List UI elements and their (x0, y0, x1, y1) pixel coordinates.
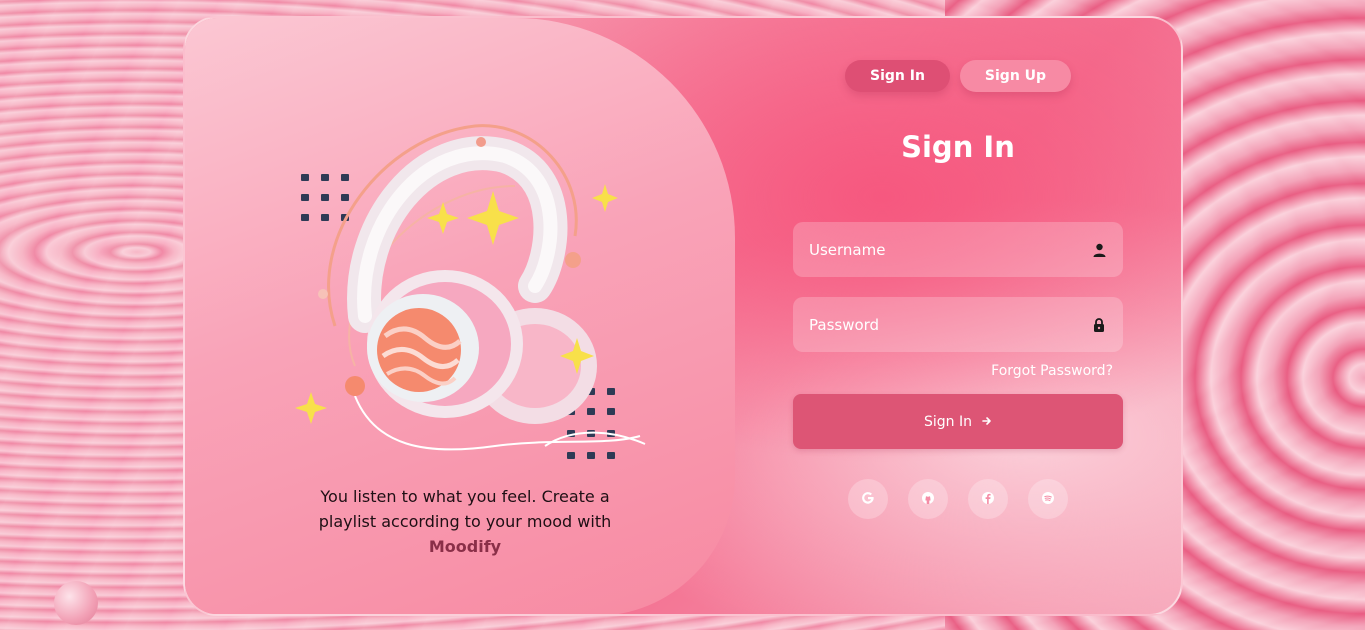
tab-sign-up[interactable]: Sign Up (960, 60, 1071, 92)
google-login-button[interactable] (848, 479, 888, 519)
google-icon (861, 490, 875, 509)
github-login-button[interactable] (908, 479, 948, 519)
headphones-illustration (295, 124, 646, 459)
forgot-password-link[interactable]: Forgot Password? (973, 363, 1113, 379)
sign-in-button[interactable]: Sign In (793, 394, 1123, 449)
password-input[interactable] (809, 315, 1091, 334)
sign-in-button-label: Sign In (924, 413, 972, 430)
username-input[interactable] (809, 240, 1091, 259)
tab-sign-in[interactable]: Sign In (845, 60, 950, 92)
facebook-icon (981, 490, 995, 509)
tagline-text: You listen to what you feel. Create a pl… (318, 487, 612, 531)
dot-grid-top (301, 174, 349, 221)
lock-icon (1091, 317, 1107, 333)
user-icon (1091, 242, 1107, 258)
facebook-login-button[interactable] (968, 479, 1008, 519)
brand-name: Moodify (428, 537, 502, 556)
hero-tagline: You listen to what you feel. Create a pl… (305, 484, 625, 559)
decorative-sphere (54, 581, 98, 625)
arrow-right-icon (982, 414, 992, 430)
spotify-icon (1041, 490, 1055, 509)
auth-card: You listen to what you feel. Create a pl… (183, 16, 1183, 616)
social-login-row (848, 479, 1068, 519)
password-field[interactable] (793, 297, 1123, 352)
username-field[interactable] (793, 222, 1123, 277)
form-title: Sign In (901, 130, 1015, 164)
auth-tabs: Sign In Sign Up (845, 60, 1071, 92)
github-icon (921, 490, 935, 509)
hero-panel: You listen to what you feel. Create a pl… (185, 18, 735, 614)
spotify-login-button[interactable] (1028, 479, 1068, 519)
